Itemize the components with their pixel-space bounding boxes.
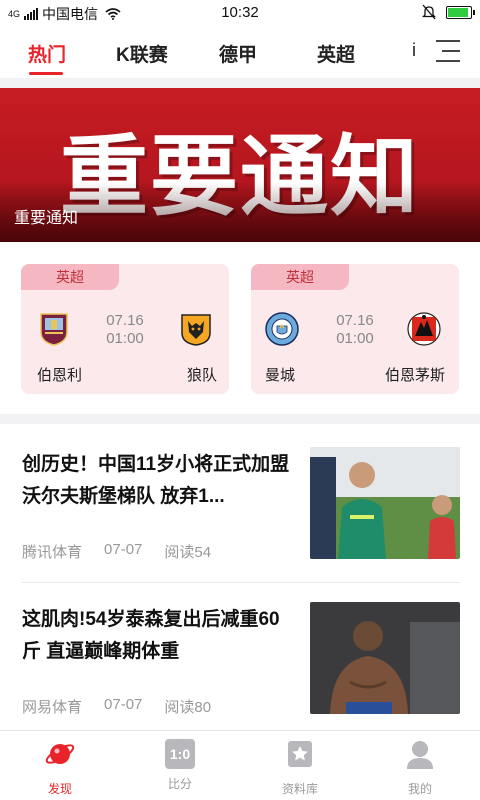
tab-bundesliga[interactable]: 德甲 <box>219 40 257 67</box>
nav-database[interactable]: 资料库 <box>260 739 340 797</box>
news-meta: 腾讯体育 07-07 阅读54 <box>22 541 211 562</box>
nav-scores[interactable]: 1:0 比分 <box>140 739 220 792</box>
news-thumbnail <box>310 447 460 559</box>
news-source: 腾讯体育 <box>22 544 83 561</box>
tab-hot[interactable]: 热门 <box>28 40 66 67</box>
nav-label: 发现 <box>47 782 72 796</box>
status-right <box>422 4 475 20</box>
active-tab-indicator <box>29 72 63 75</box>
nav-label: 资料库 <box>281 782 318 796</box>
news-reads: 阅读54 <box>164 544 212 561</box>
section-separator <box>0 78 480 88</box>
scoreboard-icon-text: 1:0 <box>169 746 191 762</box>
user-icon <box>407 741 433 769</box>
banner-caption: 重要通知 <box>14 210 79 227</box>
status-bar: 4G 中国电信 10:32 <box>0 0 480 26</box>
league-tag: 英超 <box>251 264 349 290</box>
section-separator <box>0 414 480 424</box>
nav-mine[interactable]: 我的 <box>380 739 460 797</box>
nav-discover[interactable]: 发现 <box>20 739 100 797</box>
notice-banner[interactable]: 重要通知 重要通知 <box>0 88 480 242</box>
away-team: 伯恩茅斯 <box>384 367 445 384</box>
home-team: 伯恩利 <box>37 367 83 384</box>
nav-label: 我的 <box>407 782 432 796</box>
nav-label: 比分 <box>167 777 192 791</box>
away-team: 狼队 <box>186 367 217 384</box>
wolves-crest-icon <box>181 314 211 346</box>
tab-partial[interactable]: i <box>412 40 416 61</box>
news-item[interactable]: 创历史！中国11岁小将正式加盟沃尔夫斯堡梯队 放弃1... 腾讯体育 07-07… <box>0 447 480 599</box>
battery-icon <box>446 5 475 19</box>
league-tabs: 热门 K联赛 德甲 英超 i <box>0 26 480 78</box>
mute-bell-icon <box>422 4 436 20</box>
tab-k-league[interactable]: K联赛 <box>116 40 168 67</box>
star-book-icon <box>288 741 312 767</box>
news-date: 07-07 <box>104 696 143 713</box>
status-time: 10:32 <box>221 4 259 21</box>
news-title: 这肌肉!54岁泰森复出后减重60斤 直逼巅峰期体重 <box>22 609 280 662</box>
tab-premier-league[interactable]: 英超 <box>317 40 355 67</box>
news-thumbnail <box>310 602 460 714</box>
news-meta: 网易体育 07-07 阅读80 <box>22 696 211 717</box>
news-title: 创历史！中国11岁小将正式加盟沃尔夫斯堡梯队 放弃1... <box>22 454 290 507</box>
news-date: 07-07 <box>104 541 143 558</box>
planet-icon <box>45 744 75 764</box>
news-reads: 阅读80 <box>164 699 212 716</box>
home-team: 曼城 <box>265 367 296 384</box>
news-source: 网易体育 <box>22 699 83 716</box>
match-card[interactable]: 英超 07.16 01:00 伯恩利 狼队 <box>21 264 229 394</box>
match-card[interactable]: 英超 07.16 01:00 曼城 伯恩茅斯 <box>251 264 459 394</box>
menu-icon[interactable] <box>436 40 460 62</box>
bournemouth-crest-icon <box>407 312 441 346</box>
bottom-nav: 发现 1:0 比分 资料库 我的 <box>0 730 480 800</box>
news-divider <box>22 582 460 583</box>
scoreboard-icon: 1:0 <box>165 739 195 769</box>
league-tag: 英超 <box>21 264 119 290</box>
